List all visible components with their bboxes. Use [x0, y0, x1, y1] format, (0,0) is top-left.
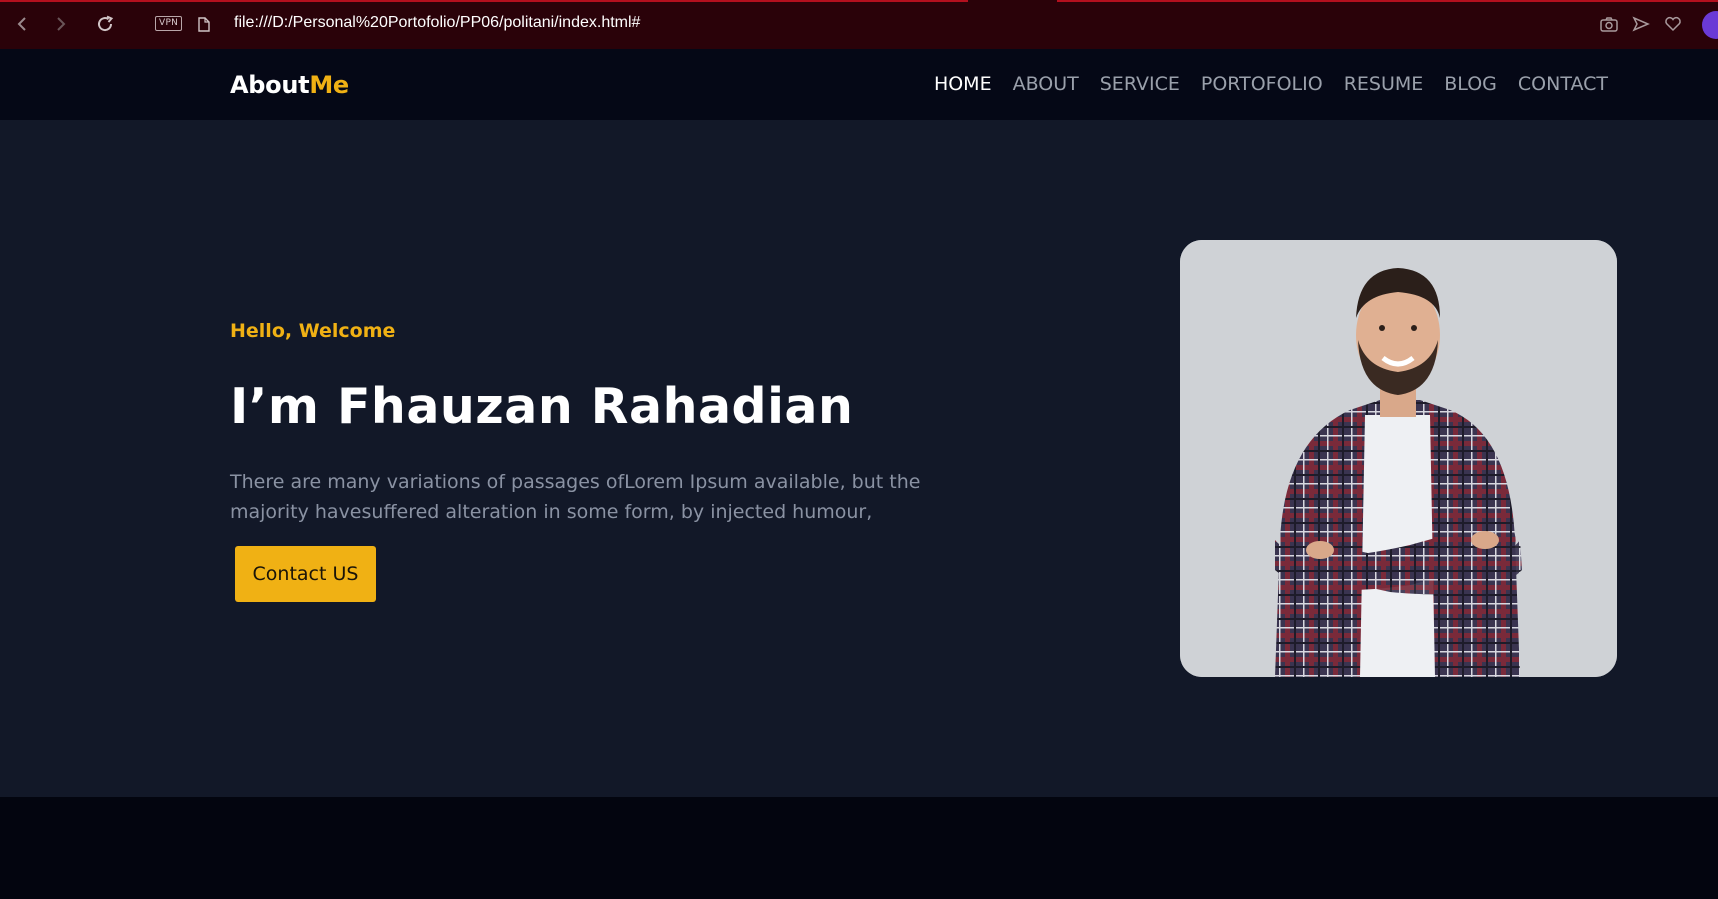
page-icon[interactable]: [193, 13, 215, 35]
logo-accent-text: Me: [309, 71, 349, 99]
send-icon[interactable]: [1630, 13, 1652, 35]
camera-icon[interactable]: [1598, 13, 1620, 35]
contact-us-button[interactable]: Contact US: [235, 546, 376, 602]
footer-band: [0, 797, 1718, 899]
hero-greeting: Hello, Welcome: [230, 320, 396, 342]
nav-blog[interactable]: BLOG: [1444, 73, 1497, 95]
heart-icon[interactable]: [1662, 13, 1684, 35]
nav-portofolio[interactable]: PORTOFOLIO: [1201, 73, 1323, 95]
nav-service[interactable]: SERVICE: [1100, 73, 1180, 95]
back-arrow-icon[interactable]: [11, 13, 33, 35]
site-header: AboutMe HOME ABOUT SERVICE PORTOFOLIO RE…: [0, 49, 1718, 120]
logo-main-text: About: [230, 71, 310, 99]
nav-contact[interactable]: CONTACT: [1518, 73, 1608, 95]
nav-about[interactable]: ABOUT: [1013, 73, 1079, 95]
address-bar[interactable]: file:///D:/Personal%20Portofolio/PP06/po…: [234, 14, 640, 32]
browser-toolbar: VPN file:///D:/Personal%20Portofolio/PP0…: [0, 0, 1718, 49]
profile-avatar[interactable]: [1702, 11, 1718, 39]
nav-home[interactable]: HOME: [934, 73, 992, 95]
vpn-badge[interactable]: VPN: [155, 16, 183, 31]
loading-progress-bar: [1057, 0, 1718, 2]
profile-photo: [1180, 240, 1617, 677]
forward-arrow-icon[interactable]: [50, 13, 72, 35]
hero-title: I’m Fhauzan Rahadian: [230, 378, 854, 435]
hero-description: There are many variations of passages of…: [230, 471, 921, 523]
nav-resume[interactable]: RESUME: [1344, 73, 1424, 95]
loading-progress-bar: [0, 0, 968, 2]
main-nav: HOME ABOUT SERVICE PORTOFOLIO RESUME BLO…: [934, 73, 1608, 95]
hero-section: Hello, Welcome I’m Fhauzan Rahadian Ther…: [0, 120, 1718, 797]
reload-icon[interactable]: [94, 13, 116, 35]
site-logo[interactable]: AboutMe: [230, 71, 349, 99]
